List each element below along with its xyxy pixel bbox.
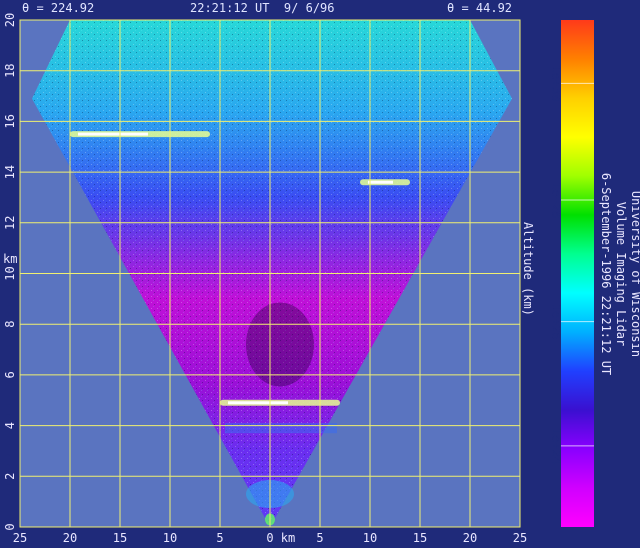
y-tick-label: 16 (3, 114, 17, 128)
x-tick-label: 5 (216, 531, 223, 545)
y-tick-label: 0 (3, 523, 17, 530)
y-tick-label: 6 (3, 371, 17, 378)
lidar-plot: 25 20 15 10 5 0 5 10 15 20 25km 02468101214161820 … (3, 13, 640, 545)
side-label-line: Volume Imaging Lidar (614, 202, 628, 347)
y-axis-label: Altitude (km) (521, 222, 535, 316)
x-tick-label: 15 (413, 531, 427, 545)
cloud-core-2 (368, 180, 393, 184)
low-signal-region (246, 302, 314, 387)
y-axis-km-label: km (3, 252, 17, 266)
cloud-core-3 (228, 401, 288, 405)
x-tick-label: 10 (363, 531, 377, 545)
x-tick-label: 15 (113, 531, 127, 545)
x-tick-label: 5 (316, 531, 323, 545)
y-tick-label: 4 (3, 422, 17, 429)
y-tick-label: 2 (3, 473, 17, 480)
side-label-line: 6-September-1996 22:21:12 UT (599, 173, 613, 375)
y-tick-label: 14 (3, 165, 17, 179)
x-tick-label: 10 (163, 531, 177, 545)
x-tick-label: 0 (266, 531, 273, 545)
colorbar (561, 20, 594, 527)
y-tick-label: 12 (3, 216, 17, 230)
colorbar-tick-label: 1e+28 (549, 182, 563, 218)
x-tick-label: 20 (463, 531, 477, 545)
x-tick-label: 20 (63, 531, 77, 545)
x-tick-label: 25 (13, 531, 27, 545)
y-tick-label: 20 (3, 13, 17, 27)
x-axis-label: km (281, 531, 295, 545)
y-tick-label: 18 (3, 63, 17, 77)
x-tick-label: 25 (513, 531, 527, 545)
side-label-line: University of Wisconsin (629, 191, 640, 357)
cloud-core-1 (78, 132, 148, 136)
colorbar-tick-label: 1e+24 (549, 428, 563, 464)
y-tick-label: 8 (3, 321, 17, 328)
colorbar-tick-label: 1e+30 (549, 65, 563, 101)
y-tick-label: 10 (3, 266, 17, 280)
colorbar-tick-label: 1e+26 (549, 304, 563, 340)
